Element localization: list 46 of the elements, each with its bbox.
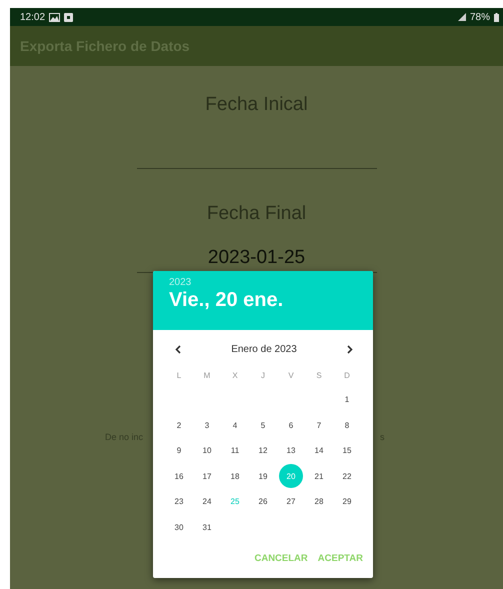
weekday-label: S <box>315 370 323 382</box>
calendar-day[interactable]: 3 <box>195 413 219 438</box>
weekday-label: M <box>202 370 212 382</box>
calendar-day[interactable]: 7 <box>307 413 331 438</box>
calendar-day[interactable]: 4 <box>223 413 247 438</box>
previous-month-icon[interactable] <box>175 345 181 354</box>
calendar-day[interactable]: 2 <box>167 413 191 438</box>
calendar-day[interactable]: 24 <box>195 490 219 514</box>
signal-icon <box>458 13 466 21</box>
calendar-day[interactable]: 31 <box>195 515 219 540</box>
calendar-day[interactable]: 9 <box>167 438 191 463</box>
app-icon <box>64 12 74 22</box>
image-icon <box>49 12 60 22</box>
calendar-day[interactable]: 10 <box>195 438 219 463</box>
calendar-day[interactable]: 28 <box>307 490 331 514</box>
battery-percent: 78% <box>470 12 490 22</box>
calendar-day[interactable]: 15 <box>335 438 359 463</box>
weekday-label: L <box>176 370 182 382</box>
weekday-label: D <box>343 370 351 382</box>
calendar-day[interactable]: 22 <box>335 464 359 488</box>
calendar-day[interactable]: 21 <box>307 464 331 488</box>
calendar-day[interactable]: 11 <box>223 438 247 463</box>
status-time: 12:02 <box>20 12 46 22</box>
calendar-day[interactable]: 5 <box>251 413 275 438</box>
calendar-day[interactable]: 23 <box>167 490 191 514</box>
calendar-day[interactable]: 1 <box>335 388 359 412</box>
calendar-day[interactable]: 29 <box>335 490 359 514</box>
weekday-label: V <box>287 370 295 382</box>
calendar-day[interactable]: 13 <box>279 438 303 463</box>
selected-date: Vie., 20 ene. <box>169 289 284 312</box>
calendar-day[interactable]: 18 <box>223 464 247 488</box>
calendar-day[interactable]: 30 <box>167 515 191 540</box>
calendar-day[interactable]: 27 <box>279 490 303 514</box>
battery-icon <box>494 12 499 22</box>
calendar-day[interactable]: 8 <box>335 413 359 438</box>
weekday-label: J <box>260 370 266 382</box>
calendar-day[interactable]: 19 <box>251 464 275 488</box>
calendar-day[interactable]: 12 <box>251 438 275 463</box>
calendar-day[interactable]: 26 <box>251 490 275 514</box>
calendar-day[interactable]: 6 <box>279 413 303 438</box>
calendar-day[interactable]: 17 <box>195 464 219 488</box>
calendar-day[interactable]: 16 <box>167 464 191 488</box>
calendar-day[interactable]: 14 <box>307 438 331 463</box>
weekday-label: X <box>231 370 239 382</box>
next-month-icon[interactable] <box>347 345 353 354</box>
month-title: Enero de 2023 <box>231 344 297 355</box>
